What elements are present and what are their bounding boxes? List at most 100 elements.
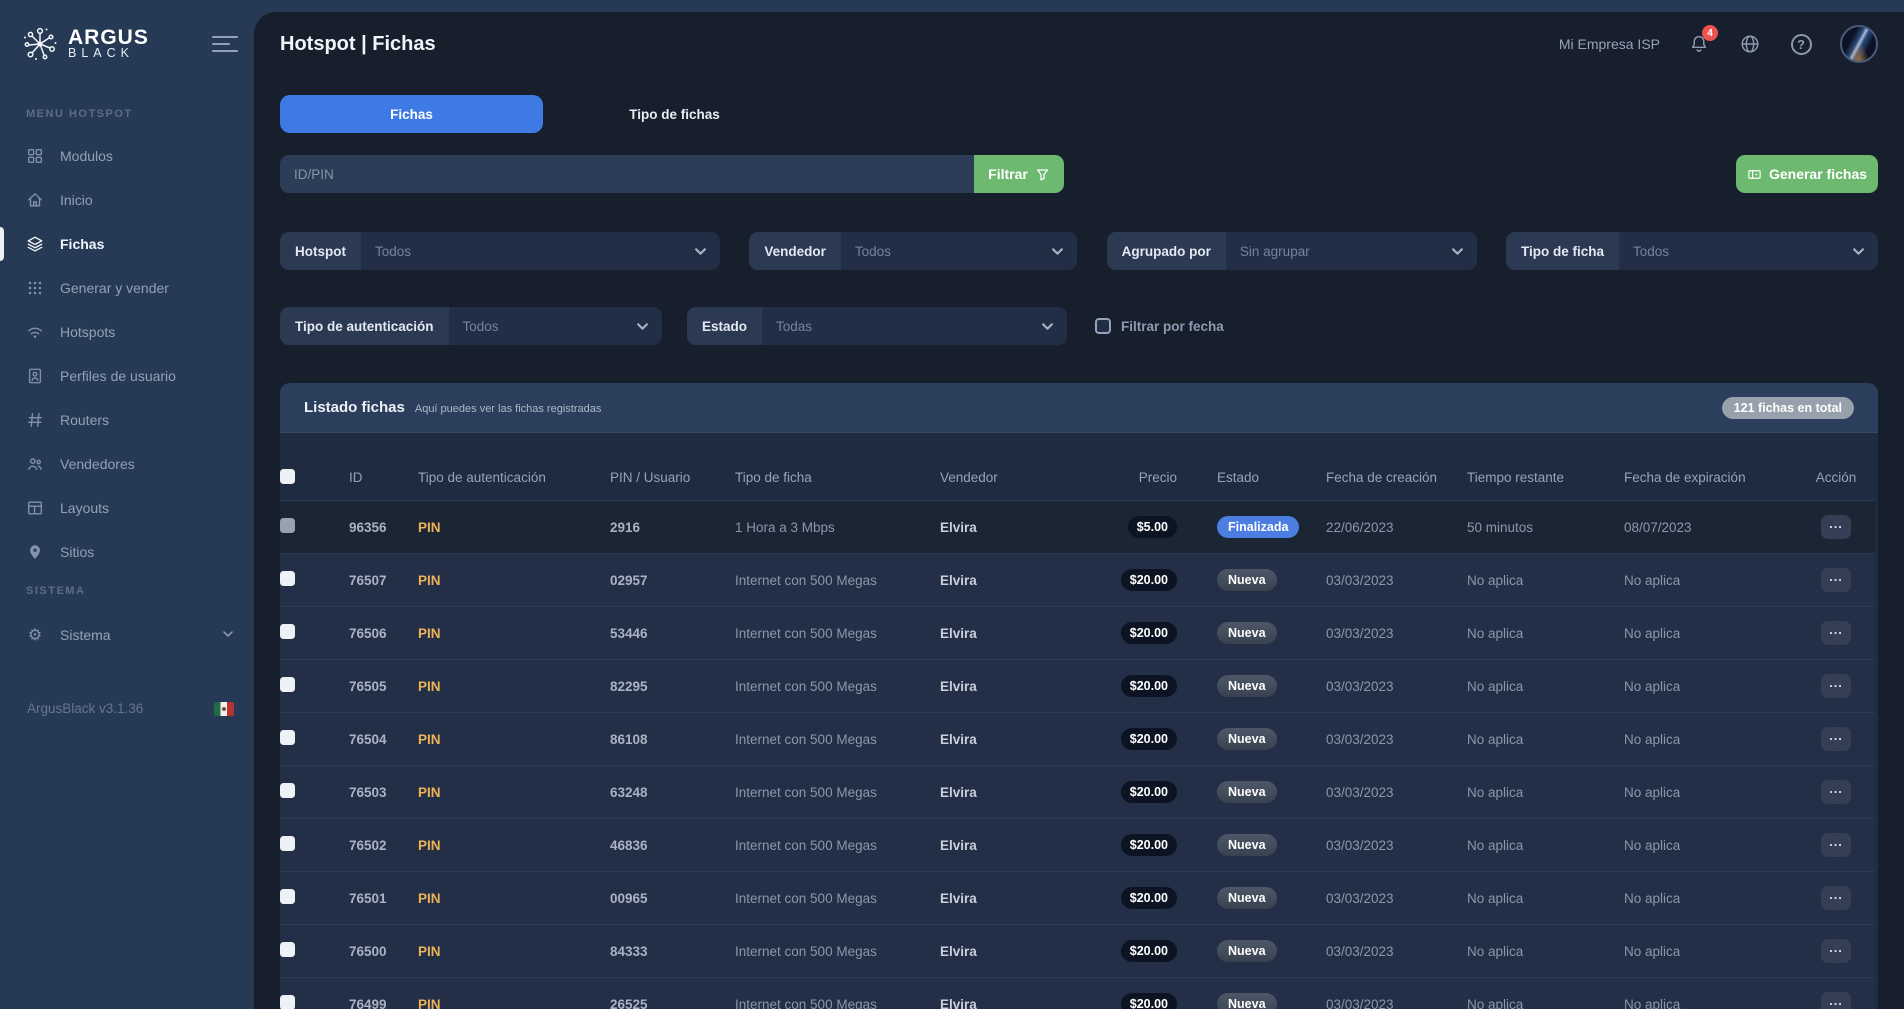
cell-pin: 02957 [610, 554, 735, 607]
topbar: Hotspot | Fichas Mi Empresa ISP 4 ? [280, 12, 1878, 76]
sidebar-item-layouts[interactable]: Layouts [0, 486, 254, 530]
row-checkbox[interactable] [280, 836, 295, 851]
filter-vendedor[interactable]: VendedorTodos [749, 232, 1077, 270]
row-actions-button[interactable]: ... [1821, 727, 1851, 751]
cell-pin: 00965 [610, 872, 735, 925]
cell-created-date: 22/06/2023 [1326, 501, 1467, 554]
row-actions-button[interactable]: ... [1821, 886, 1851, 910]
cell-vendor: Elvira [940, 766, 1080, 819]
sidebar-item-modulos[interactable]: Modulos [0, 134, 254, 178]
user-avatar[interactable] [1840, 25, 1878, 63]
column-header-tiempo-restante: Tiempo restante [1467, 433, 1624, 501]
sidebar-item-vendedores[interactable]: Vendedores [0, 442, 254, 486]
row-checkbox[interactable] [280, 889, 295, 904]
sidebar-toggle-icon[interactable] [212, 36, 238, 57]
chevron-down-icon [636, 320, 649, 333]
language-flag-icon[interactable] [214, 702, 234, 716]
sidebar-item-sitios[interactable]: Sitios [0, 530, 254, 574]
cell-created-date: 03/03/2023 [1326, 978, 1467, 1009]
row-actions-button[interactable]: ... [1821, 568, 1851, 592]
cell-vendor: Elvira [940, 978, 1080, 1009]
cell-status: Nueva [1181, 766, 1326, 819]
filters-row-1: HotspotTodos VendedorTodos Agrupado porSin… [280, 232, 1878, 270]
cell-expiration-date: No aplica [1624, 925, 1797, 978]
cell-expiration-date: No aplica [1624, 660, 1797, 713]
tab-fichas[interactable]: Fichas [280, 95, 543, 133]
row-checkbox-cell [280, 607, 349, 660]
status-badge: Nueva [1217, 622, 1277, 644]
filter-button[interactable]: Filtrar [974, 155, 1064, 193]
sidebar-item-label: Layouts [60, 500, 109, 516]
sidebar-item-label: Perfiles de usuario [60, 368, 176, 384]
cell-status: Nueva [1181, 713, 1326, 766]
cell-ficha-type: Internet con 500 Megas [735, 554, 940, 607]
cell-time-remaining: No aplica [1467, 819, 1624, 872]
sidebar-item-routers[interactable]: Routers [0, 398, 254, 442]
sidebar-item-perfiles-de-usuario[interactable]: Perfiles de usuario [0, 354, 254, 398]
sidebar-item-label: Hotspots [60, 324, 115, 340]
row-checkbox[interactable] [280, 783, 295, 798]
notifications-button[interactable]: 4 [1687, 32, 1711, 56]
sidebar-section-sistema: SISTEMA [26, 585, 85, 597]
sidebar-item-label: Fichas [60, 236, 104, 252]
row-checkbox[interactable] [280, 624, 295, 639]
row-actions-button[interactable]: ... [1821, 833, 1851, 857]
cell-ficha-type: Internet con 500 Megas [735, 925, 940, 978]
cell-action: ... [1797, 554, 1875, 607]
tab-tipo-de-fichas[interactable]: Tipo de fichas [543, 95, 806, 133]
cell-auth-type: PIN [418, 554, 610, 607]
row-actions-button[interactable]: ... [1821, 621, 1851, 645]
cell-id: 76506 [349, 607, 418, 660]
row-actions-button[interactable]: ... [1821, 515, 1851, 539]
status-badge: Nueva [1217, 781, 1277, 803]
row-checkbox[interactable] [280, 995, 295, 1009]
row-checkbox[interactable] [280, 730, 295, 745]
app-version: ArgusBlack v3.1.36 [27, 701, 143, 716]
sidebar-item-label: Inicio [60, 192, 93, 208]
filter-agrupado-por[interactable]: Agrupado porSin agrupar [1107, 232, 1477, 270]
filter-hotspot[interactable]: HotspotTodos [280, 232, 720, 270]
search-input[interactable] [280, 155, 974, 193]
date-filter-checkbox-group[interactable]: Filtrar por fecha [1095, 307, 1224, 345]
language-button[interactable] [1738, 32, 1762, 56]
user-file-icon [26, 367, 44, 385]
row-actions-button[interactable]: ... [1821, 992, 1851, 1009]
sidebar-item-label: Vendedores [60, 456, 135, 472]
date-filter-checkbox[interactable] [1095, 318, 1111, 334]
sidebar-item-fichas[interactable]: Fichas [0, 222, 254, 266]
filter-tipo-de-autenticacion[interactable]: Tipo de autenticaciónTodos [280, 307, 662, 345]
sidebar-item-hotspots[interactable]: Hotspots [0, 310, 254, 354]
filter-button-label: Filtrar [988, 166, 1028, 182]
filter-label: Hotspot [280, 232, 361, 270]
cell-expiration-date: No aplica [1624, 766, 1797, 819]
row-actions-button[interactable]: ... [1821, 674, 1851, 698]
sidebar-item-inicio[interactable]: Inicio [0, 178, 254, 222]
cell-auth-type: PIN [418, 660, 610, 713]
row-actions-button[interactable]: ... [1821, 939, 1851, 963]
generate-fichas-button[interactable]: Generar fichas [1736, 155, 1878, 193]
cell-price: $20.00 [1080, 607, 1181, 660]
sidebar-item-generar-y-vender[interactable]: Generar y vender [0, 266, 254, 310]
row-checkbox[interactable] [280, 518, 295, 533]
filter-estado[interactable]: EstadoTodas [687, 307, 1067, 345]
select-all-checkbox[interactable] [280, 469, 295, 484]
price-pill: $5.00 [1128, 516, 1177, 538]
table-row: 76500PIN84333Internet con 500 MegasElvir… [280, 925, 1875, 978]
row-checkbox[interactable] [280, 677, 295, 692]
cell-status: Nueva [1181, 819, 1326, 872]
card-title: Listado fichas [304, 399, 405, 416]
row-checkbox[interactable] [280, 571, 295, 586]
search-group: Filtrar [280, 155, 1064, 193]
fichas-table: IDTipo de autenticaciónPIN / UsuarioTipo… [280, 433, 1875, 1009]
status-badge: Nueva [1217, 887, 1277, 909]
help-button[interactable]: ? [1789, 32, 1813, 56]
cell-vendor: Elvira [940, 819, 1080, 872]
cell-price: $20.00 [1080, 660, 1181, 713]
row-checkbox-cell [280, 872, 349, 925]
filter-tipo-de-ficha[interactable]: Tipo de fichaTodos [1506, 232, 1878, 270]
row-checkbox[interactable] [280, 942, 295, 957]
column-header-precio: Precio [1080, 433, 1181, 501]
row-actions-button[interactable]: ... [1821, 780, 1851, 804]
app-logo[interactable]: ARGUS BLACK [20, 24, 149, 64]
sidebar-item-sistema[interactable]: ⚙ Sistema [0, 613, 254, 657]
